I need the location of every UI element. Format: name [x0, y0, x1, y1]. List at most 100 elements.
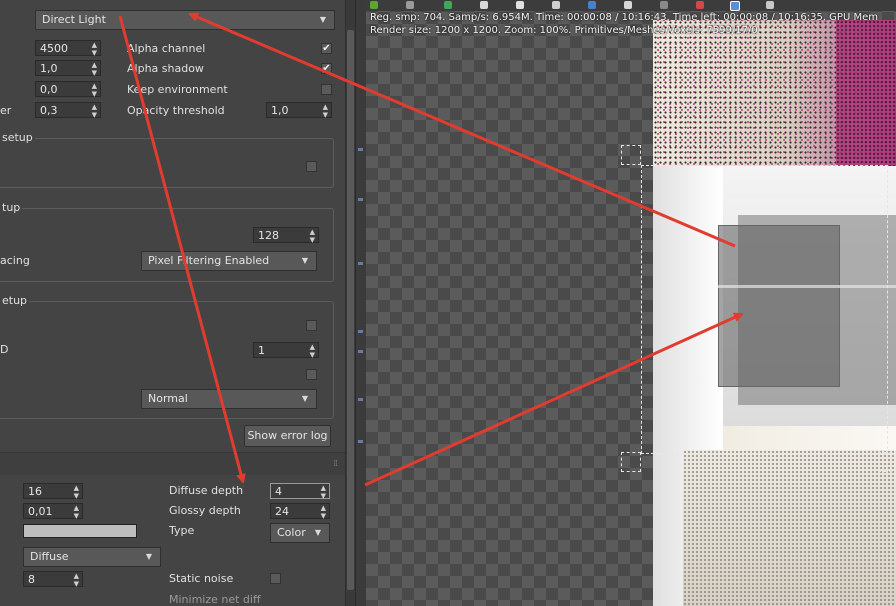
toolbar-icon[interactable] [660, 1, 668, 9]
grip-icon[interactable]: ⁞⁞ [333, 459, 338, 469]
glossy-depth-label: Glossy depth [169, 504, 241, 517]
toolbar-icon[interactable] [766, 1, 774, 9]
diffuse-dropdown[interactable]: Diffuse ▼ [23, 547, 161, 567]
keep-environment-label: Keep environment [127, 83, 228, 96]
group-3-spinner[interactable]: 1 ▲ ▼ [253, 342, 319, 359]
spinner-arrows-icon[interactable]: ▲ ▼ [92, 82, 97, 98]
viewport-toolbar [366, 0, 896, 11]
toolbar-icon[interactable] [730, 1, 740, 11]
lower-spinner-1[interactable]: 16 ▲ ▼ [23, 483, 83, 500]
setting-3-spinner[interactable]: 0,0 ▲ ▼ [35, 81, 101, 98]
spinner-arrows-icon[interactable]: ▲ ▼ [323, 103, 328, 119]
group-2-row2-label: acing [0, 254, 30, 267]
toolbar-icon[interactable] [516, 1, 524, 9]
splitter-marker [358, 350, 363, 353]
diffuse-dropdown-value: Diffuse [30, 550, 69, 563]
scrollbar-thumb[interactable] [347, 30, 354, 590]
keep-environment-checkbox[interactable] [321, 84, 332, 95]
group-1-title: setup [0, 131, 35, 144]
setting-3-value: 0,0 [40, 83, 58, 96]
kernel-type-dropdown[interactable]: Direct Light ▼ [35, 10, 335, 30]
opacity-threshold-spinner[interactable]: 1,0 ▲ ▼ [266, 102, 332, 119]
toolbar-icon[interactable] [624, 1, 632, 9]
setting-4-value: 0,3 [40, 104, 58, 117]
normal-dropdown[interactable]: Normal ▼ [141, 389, 317, 409]
render-stats-line-2: Render size: 1200 x 1200. Zoom: 100%. Pr… [370, 25, 758, 36]
opacity-threshold-value: 1,0 [271, 104, 289, 117]
splitter-marker [358, 330, 363, 333]
render-floor [683, 450, 896, 606]
type-dropdown[interactable]: Color ▼ [270, 523, 330, 543]
setting-4-spinner[interactable]: 0,3 ▲ ▼ [35, 102, 101, 119]
glossy-depth-spinner[interactable]: 24 ▲ ▼ [270, 503, 330, 520]
color-swatch[interactable] [23, 524, 137, 538]
group-2-spinner-value: 128 [258, 229, 279, 242]
render-viewport[interactable]: Reg. smp: 704. Samp/s: 6.954M. Time: 00:… [366, 0, 896, 606]
splitter-marker [358, 148, 363, 151]
type-dropdown-value: Color [277, 526, 306, 539]
group-3-checkbox-1[interactable] [306, 320, 317, 331]
spinner-arrows-icon[interactable]: ▲ ▼ [310, 228, 315, 244]
splitter-marker [358, 440, 363, 443]
spinner-arrows-icon[interactable]: ▲ ▼ [74, 572, 79, 588]
splitter-marker [358, 262, 363, 265]
toolbar-icon[interactable] [588, 1, 596, 9]
toolbar-icon[interactable] [444, 1, 452, 9]
spinner-arrows-icon[interactable]: ▲ ▼ [92, 61, 97, 77]
static-noise-checkbox[interactable] [270, 573, 281, 584]
spinner-arrows-icon[interactable]: ▲ ▼ [92, 41, 97, 57]
group-3-row2-label: D [0, 343, 9, 356]
setting-2-value: 1,0 [40, 62, 58, 75]
splitter-marker [358, 198, 363, 201]
group-2-spinner[interactable]: 128 ▲ ▼ [253, 227, 319, 244]
partial-option-label: Minimize net diff [169, 593, 261, 606]
region-handle-bottom-right[interactable] [878, 452, 896, 472]
alpha-channel-checkbox[interactable]: ✔ [321, 43, 332, 54]
spinner-arrows-icon[interactable]: ▲ ▼ [92, 103, 97, 119]
group-3-checkbox-2[interactable] [306, 369, 317, 380]
toolbar-icon[interactable] [552, 1, 560, 9]
lower-spinner-1-value: 16 [28, 485, 42, 498]
type-label: Type [169, 524, 195, 537]
show-error-log-button[interactable]: Show error log [244, 425, 331, 447]
toolbar-icon[interactable] [480, 1, 488, 9]
toolbar-icon[interactable] [696, 1, 704, 9]
max-samples-value: 4500 [40, 42, 68, 55]
spinner-arrows-icon[interactable]: ▲ ▼ [310, 343, 315, 359]
toolbar-icon[interactable] [406, 1, 414, 9]
chevron-down-icon: ▼ [301, 256, 308, 265]
lower-spinner-3[interactable]: 8 ▲ ▼ [23, 571, 83, 588]
kernel-type-value: Direct Light [42, 13, 106, 26]
alpha-shadow-checkbox[interactable]: ✔ [321, 63, 332, 74]
chevron-down-icon: ▼ [301, 394, 308, 403]
spinner-arrows-icon[interactable]: ▲ ▼ [321, 484, 326, 500]
splitter-marker [358, 398, 363, 401]
diffuse-depth-label: Diffuse depth [169, 484, 244, 497]
group-box-1 [0, 138, 334, 188]
region-handle-top-left[interactable] [621, 145, 641, 165]
spinner-arrows-icon[interactable]: ▲ ▼ [74, 484, 79, 500]
group-3-title: etup [0, 294, 30, 307]
region-handle-bottom-left[interactable] [621, 452, 641, 472]
settings-panel: Direct Light ▼ 4500 ▲ ▼ Alpha channel ✔ 1… [0, 0, 345, 606]
spinner-arrows-icon[interactable]: ▲ ▼ [74, 504, 79, 520]
pixel-filtering-dropdown[interactable]: Pixel Filtering Enabled ▼ [141, 251, 317, 271]
region-selection-box[interactable] [641, 165, 888, 454]
opacity-threshold-label: Opacity threshold [127, 104, 225, 117]
group-3-spinner-value: 1 [258, 344, 265, 357]
spinner-arrows-icon[interactable]: ▲ ▼ [321, 504, 326, 520]
max-samples-spinner[interactable]: 4500 ▲ ▼ [35, 40, 101, 57]
normal-dropdown-value: Normal [148, 392, 188, 405]
diffuse-depth-spinner[interactable]: 4 ▲ ▼ [270, 483, 330, 500]
toolbar-icon[interactable] [370, 1, 378, 9]
glossy-depth-value: 24 [275, 505, 289, 518]
chevron-down-icon: ▼ [319, 15, 326, 24]
lower-spinner-2[interactable]: 0,01 ▲ ▼ [23, 503, 83, 520]
render-stats-line-1: Reg. smp: 704. Samp/s: 6.954M. Time: 00:… [370, 12, 878, 23]
lower-spinner-3-value: 8 [28, 573, 35, 586]
setting-4-label: er [0, 104, 12, 117]
section-header-bar: ⁞⁞ [0, 452, 345, 475]
group-1-checkbox[interactable] [306, 161, 317, 172]
setting-2-spinner[interactable]: 1,0 ▲ ▼ [35, 60, 101, 77]
lower-spinner-2-value: 0,01 [28, 505, 53, 518]
